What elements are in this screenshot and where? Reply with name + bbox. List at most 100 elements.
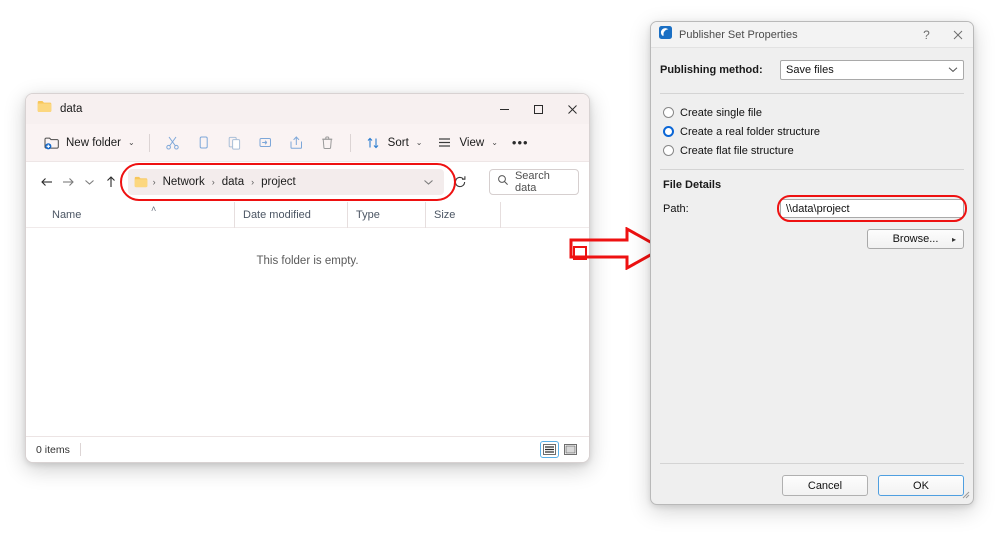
up-button[interactable] [100, 169, 121, 195]
item-count-label: 0 items [36, 443, 70, 456]
column-headers: Name ˄ Date modified Type Size [26, 201, 589, 228]
view-label: View [459, 136, 485, 149]
help-button[interactable]: ? [911, 22, 942, 48]
breadcrumb-separator: › [152, 177, 156, 187]
folder-icon [37, 100, 52, 118]
dialog-action-buttons: Cancel OK [660, 475, 964, 496]
file-list-area[interactable]: This folder is empty. [26, 228, 589, 443]
new-folder-label: New folder [66, 136, 121, 149]
radio-create-flat-file-structure[interactable]: Create flat file structure [663, 141, 964, 160]
path-row: Path: \\data\project [660, 195, 967, 222]
footer-divider [660, 463, 964, 464]
new-folder-icon [43, 134, 60, 151]
chevron-down-icon[interactable]: ⌄ [128, 138, 135, 147]
toolbar-divider-2 [349, 133, 351, 152]
explorer-title-bar: data [26, 94, 589, 124]
close-button[interactable] [555, 94, 589, 124]
column-label-size: Size [434, 208, 456, 221]
breadcrumb-item-data[interactable]: data [218, 174, 248, 190]
chevron-down-icon[interactable]: ⌄ [491, 138, 498, 147]
sort-button[interactable]: Sort ⌄ [358, 129, 430, 157]
empty-folder-message: This folder is empty. [256, 255, 359, 267]
screenshot-root: data New folder ⌄ Sort ⌄ View ⌄ ••• › Ne… [0, 0, 999, 545]
dialog-title-bar: Publisher Set Properties ? [651, 22, 973, 48]
column-header-type[interactable]: Type [347, 201, 425, 228]
dialog-divider-middle [660, 169, 964, 170]
refresh-button[interactable] [450, 169, 471, 195]
cut-button[interactable] [157, 129, 188, 157]
path-label: Path: [663, 202, 689, 215]
sort-icon [365, 134, 382, 151]
browse-label: Browse... [892, 233, 939, 245]
chevron-down-icon[interactable]: ⌄ [416, 138, 423, 147]
rename-icon [257, 134, 274, 151]
explorer-title-label: data [60, 103, 83, 115]
cut-icon [164, 134, 181, 151]
explorer-toolbar: New folder ⌄ Sort ⌄ View ⌄ ••• [26, 124, 589, 162]
chevron-down-icon [948, 65, 958, 75]
column-header-size[interactable]: Size [425, 201, 500, 228]
ellipsis-icon: ••• [511, 134, 529, 150]
radio-create-single-file[interactable]: Create single file [663, 103, 964, 122]
dialog-divider-top [660, 93, 964, 94]
ok-button[interactable]: OK [878, 475, 964, 496]
column-label-date-modified: Date modified [243, 208, 311, 221]
publishing-method-select[interactable]: Save files [780, 60, 964, 80]
radio-indicator [663, 107, 674, 118]
preview-pane-icon[interactable] [562, 442, 579, 457]
dialog-title-label: Publisher Set Properties [679, 28, 798, 41]
back-button[interactable] [36, 169, 57, 195]
explorer-window-controls [487, 94, 589, 124]
path-input[interactable]: \\data\project [780, 199, 964, 218]
dialog-window-controls: ? [911, 22, 973, 48]
status-bar: 0 items [26, 436, 589, 462]
sort-ascending-icon: ˄ [151, 203, 157, 214]
cancel-button[interactable]: Cancel [782, 475, 868, 496]
column-label-name: Name [52, 208, 82, 221]
radio-label: Create a real folder structure [680, 125, 821, 138]
paste-button[interactable] [219, 129, 250, 157]
delete-button[interactable] [312, 129, 343, 157]
copy-button[interactable] [188, 129, 219, 157]
chevron-down-icon[interactable] [420, 172, 438, 192]
radio-indicator-selected [663, 126, 674, 137]
new-folder-button[interactable]: New folder ⌄ [36, 129, 142, 157]
recent-locations-button[interactable] [79, 169, 100, 195]
view-toggle-group [540, 441, 579, 458]
breadcrumb[interactable]: › Network › data › project [127, 169, 444, 195]
breadcrumb-item-network[interactable]: Network [159, 174, 209, 190]
copy-icon [195, 134, 212, 151]
dialog-body: Publishing method: Save files Create sin… [651, 48, 973, 504]
column-header-name[interactable]: Name ˄ [48, 202, 234, 228]
resize-grip[interactable] [960, 486, 970, 504]
browse-button[interactable]: Browse... ▸ [867, 229, 964, 249]
breadcrumb-separator: › [251, 177, 255, 187]
chevron-right-icon: ▸ [951, 234, 956, 244]
folder-icon [134, 176, 148, 188]
radio-create-real-folder-structure[interactable]: Create a real folder structure [663, 122, 964, 141]
share-button[interactable] [281, 129, 312, 157]
view-button[interactable]: View ⌄ [429, 129, 504, 157]
path-value: \\data\project [786, 202, 850, 215]
publishing-method-value: Save files [786, 64, 834, 76]
maximize-button[interactable] [521, 94, 555, 124]
column-header-date-modified[interactable]: Date modified [234, 201, 347, 228]
view-icon [436, 134, 453, 151]
address-bar-actions [420, 172, 438, 192]
rename-button[interactable] [250, 129, 281, 157]
radio-indicator [663, 145, 674, 156]
structure-options-group: Create single file Create a real folder … [660, 103, 964, 160]
close-button[interactable] [942, 22, 973, 48]
toolbar-divider [148, 133, 150, 152]
breadcrumb-item-project[interactable]: project [257, 174, 300, 190]
forward-button[interactable] [57, 169, 78, 195]
more-options-button[interactable]: ••• [505, 129, 536, 157]
status-divider [79, 443, 81, 456]
publishing-method-label: Publishing method: [660, 64, 763, 76]
details-view-icon[interactable] [540, 441, 559, 458]
search-input[interactable]: Search data [488, 169, 579, 195]
path-input-wrapper: \\data\project [777, 195, 967, 222]
search-icon [497, 173, 509, 191]
file-explorer-window: data New folder ⌄ Sort ⌄ View ⌄ ••• › Ne… [25, 93, 590, 463]
minimize-button[interactable] [487, 94, 521, 124]
